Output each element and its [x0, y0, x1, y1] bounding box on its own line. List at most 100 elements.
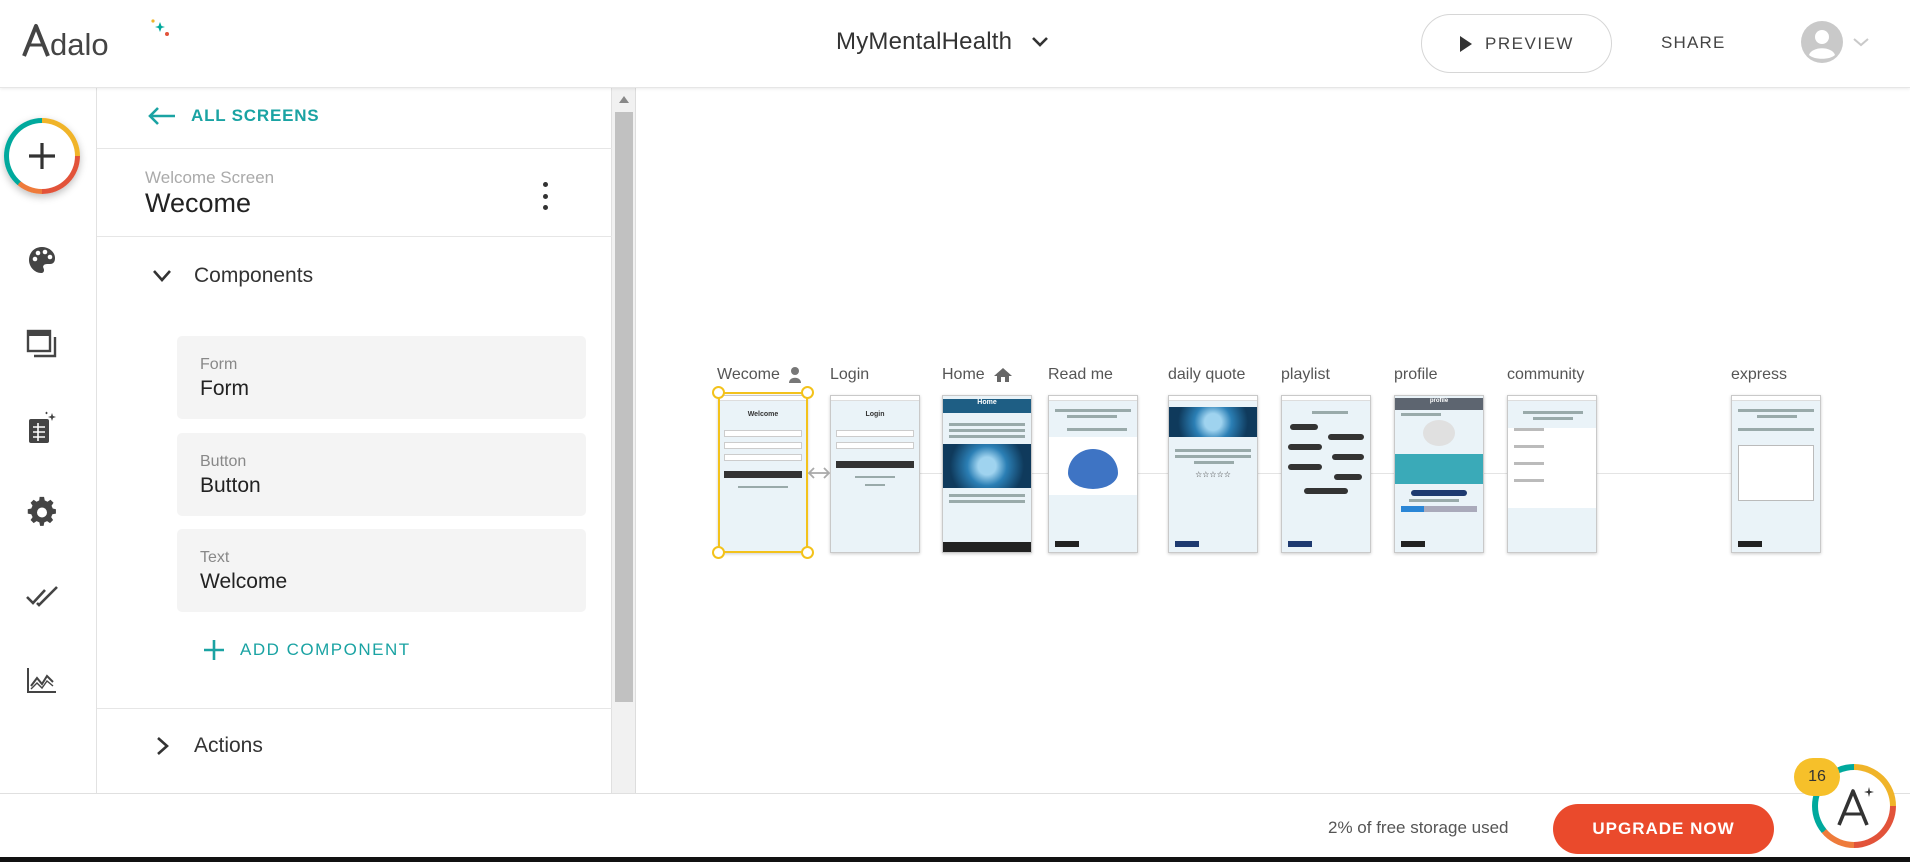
component-name: Welcome — [200, 570, 288, 593]
chevron-down-icon — [1853, 38, 1869, 47]
components-section-toggle[interactable]: Components — [152, 264, 313, 288]
analytics-button[interactable] — [22, 660, 62, 700]
preview-button[interactable]: PREVIEW — [1421, 14, 1612, 73]
home-icon — [993, 368, 1012, 382]
screen-thumbnail-read-me[interactable] — [1048, 395, 1138, 553]
resize-handle[interactable] — [801, 546, 814, 559]
screen-label-playlist[interactable]: playlist — [1281, 366, 1330, 384]
component-name: Form — [200, 377, 249, 400]
component-type: Button — [200, 453, 247, 470]
analytics-icon — [27, 668, 56, 693]
thumbnail-title: Login — [865, 411, 885, 418]
screen-label-text: Home — [942, 366, 985, 383]
more-vertical-icon — [542, 182, 548, 187]
play-icon — [1460, 35, 1473, 52]
screen-label-text: Wecome — [717, 366, 780, 383]
actions-label: Actions — [194, 734, 263, 757]
divider — [97, 708, 612, 709]
panel-scrollbar[interactable] — [612, 88, 636, 793]
screen-panel: ALL SCREENS Welcome Screen Wecome Compon… — [97, 88, 612, 793]
user-icon — [788, 367, 801, 383]
link-arrow-icon — [808, 467, 830, 479]
add-component-label: ADD COMPONENT — [240, 640, 411, 659]
branding-button[interactable] — [22, 240, 62, 280]
chevron-down-icon — [1032, 37, 1049, 47]
screen-label-read-me[interactable]: Read me — [1048, 366, 1113, 384]
screen-label-text: playlist — [1281, 366, 1330, 383]
notification-badge: 16 — [1794, 758, 1840, 796]
bottom-bar: 2% of free storage used UPGRADE NOW — [0, 793, 1910, 862]
screen-label-login[interactable]: Login — [830, 366, 869, 384]
add-component-button[interactable]: ADD COMPONENT — [202, 638, 411, 662]
selected-screen-outline — [718, 392, 808, 553]
component-name: Button — [200, 474, 261, 497]
screen-label-text: Login — [830, 366, 870, 383]
scroll-up-icon[interactable] — [619, 96, 629, 103]
screen-label-community[interactable]: community — [1507, 366, 1584, 384]
all-screens-link[interactable]: ALL SCREENS — [147, 106, 319, 126]
app-switcher[interactable]: MyMentalHealth — [836, 24, 1050, 60]
screen-thumbnail-daily-quote[interactable]: ☆☆☆☆☆ — [1168, 395, 1258, 553]
screen-thumbnail-home[interactable]: Home — [942, 395, 1032, 553]
screen-label-welcome[interactable]: Wecome — [717, 366, 802, 384]
resize-handle[interactable] — [712, 546, 725, 559]
divider — [97, 148, 612, 149]
storage-usage-text: 2% of free storage used — [1328, 818, 1509, 837]
screen-thumbnail-express[interactable] — [1731, 395, 1821, 553]
screen-canvas[interactable] — [637, 88, 1910, 793]
settings-button[interactable] — [22, 492, 62, 532]
screen-type-label: Welcome Screen — [145, 168, 275, 187]
screens-icon — [26, 329, 57, 358]
top-bar: dalo MyMentalHealth PREVIEW SHARE — [0, 0, 1910, 88]
screen-label-text: community — [1507, 366, 1585, 383]
screen-label-text: daily quote — [1168, 366, 1246, 383]
screen-name[interactable]: Wecome — [145, 188, 251, 219]
screen-thumbnail-playlist[interactable] — [1281, 395, 1371, 553]
components-label: Components — [194, 264, 314, 287]
divider — [97, 236, 612, 237]
all-screens-label: ALL SCREENS — [191, 106, 320, 125]
thumbnail-title: Home — [977, 399, 997, 406]
adalo-logo[interactable]: dalo — [20, 18, 170, 62]
publish-check-icon — [26, 586, 58, 607]
publish-button[interactable] — [22, 576, 62, 616]
svg-text:dalo: dalo — [50, 27, 109, 62]
scrollbar-thumb[interactable] — [615, 112, 633, 702]
resize-handle[interactable] — [801, 386, 814, 399]
add-panel-button[interactable] — [4, 118, 80, 194]
plus-icon — [204, 640, 224, 660]
screen-label-daily-quote[interactable]: daily quote — [1168, 366, 1245, 384]
component-item-text[interactable]: Text Welcome — [177, 529, 586, 612]
component-type: Text — [200, 549, 230, 566]
component-type: Form — [200, 356, 238, 373]
resize-handle[interactable] — [712, 386, 725, 399]
component-item-form[interactable]: Form Form — [177, 336, 586, 419]
database-icon — [29, 411, 56, 443]
component-item-button[interactable]: Button Button — [177, 433, 586, 516]
thumbnail-title: profile — [1429, 398, 1449, 404]
gear-icon — [27, 496, 56, 526]
screen-label-express[interactable]: express — [1731, 366, 1787, 384]
preview-label: PREVIEW — [1485, 33, 1574, 53]
screen-options-button[interactable] — [535, 178, 555, 214]
add-icon — [29, 143, 55, 169]
account-menu[interactable] — [1800, 20, 1870, 64]
screens-button[interactable] — [22, 324, 62, 364]
avatar-icon — [1801, 21, 1843, 63]
database-button[interactable] — [22, 408, 62, 448]
left-rail — [0, 88, 97, 793]
screen-label-text: profile — [1394, 366, 1438, 383]
screen-thumbnail-profile[interactable]: profile — [1394, 395, 1484, 553]
chevron-down-icon — [153, 270, 171, 282]
screen-label-home[interactable]: Home — [942, 366, 1013, 384]
share-button[interactable]: SHARE — [1661, 33, 1726, 53]
screen-thumbnail-community[interactable] — [1507, 395, 1597, 553]
upgrade-now-button[interactable]: UPGRADE NOW — [1553, 804, 1774, 854]
actions-section-toggle[interactable]: Actions — [152, 734, 263, 758]
adalo-a-icon — [1837, 787, 1874, 826]
screen-thumbnail-login[interactable]: Login — [830, 395, 920, 553]
chevron-right-icon — [157, 737, 169, 755]
screen-label-text: express — [1731, 366, 1788, 383]
screen-label-profile[interactable]: profile — [1394, 366, 1438, 384]
app-name: MyMentalHealth — [836, 28, 1013, 55]
